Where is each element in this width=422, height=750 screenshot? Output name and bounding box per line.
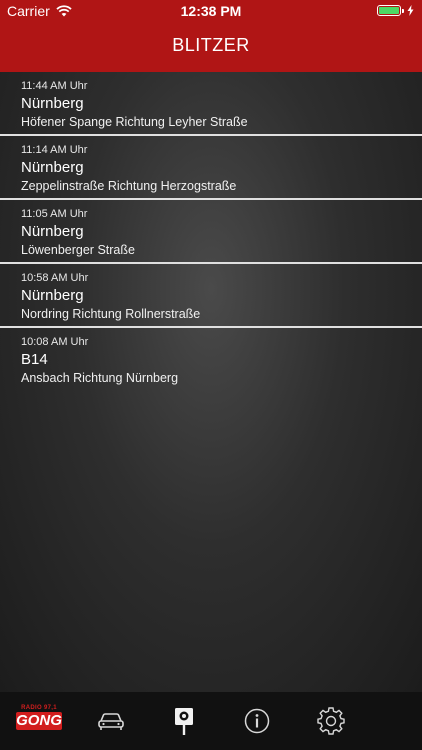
tab-settings[interactable] xyxy=(312,692,350,750)
car-icon xyxy=(98,713,124,730)
list-item[interactable]: 11:44 AM Uhr Nürnberg Höfener Spange Ric… xyxy=(0,72,422,136)
speed-camera-icon xyxy=(175,708,193,735)
tab-info[interactable] xyxy=(238,692,276,750)
battery-tip xyxy=(402,8,404,13)
logo-frequency: RADIO 97,1 xyxy=(21,705,57,711)
gear-icon xyxy=(317,707,345,735)
list-item[interactable]: 10:08 AM Uhr B14 Ansbach Richtung Nürnbe… xyxy=(0,328,422,392)
status-bar: Carrier 12:38 PM xyxy=(0,0,422,22)
item-city: Nürnberg xyxy=(21,287,84,304)
item-street: Zeppelinstraße Richtung Herzogstraße xyxy=(21,179,237,193)
header-bar: Carrier 12:38 PM BLITZER xyxy=(0,0,422,72)
item-street: Höfener Spange Richtung Leyher Straße xyxy=(21,115,248,129)
charging-bolt-icon xyxy=(407,5,414,16)
list-item[interactable]: 11:05 AM Uhr Nürnberg Löwenberger Straße xyxy=(0,200,422,264)
item-time: 11:14 AM Uhr xyxy=(21,144,88,156)
item-time: 10:08 AM Uhr xyxy=(21,336,89,348)
battery-icon xyxy=(377,5,401,16)
item-time: 11:44 AM Uhr xyxy=(21,80,88,92)
list-item[interactable]: 10:58 AM Uhr Nürnberg Nordring Richtung … xyxy=(0,264,422,328)
item-street: Nordring Richtung Rollnerstraße xyxy=(21,307,201,321)
page-title: BLITZER xyxy=(172,35,250,55)
tab-bar: RADIO 97,1 GONG xyxy=(0,692,422,750)
item-city: B14 xyxy=(21,351,48,368)
battery-level xyxy=(379,7,399,14)
item-city: Nürnberg xyxy=(21,159,84,176)
blitzer-list[interactable]: 11:44 AM Uhr Nürnberg Höfener Spange Ric… xyxy=(0,72,422,692)
info-icon xyxy=(244,708,270,734)
radio-gong-logo: RADIO 97,1 GONG xyxy=(16,701,62,741)
item-street: Löwenberger Straße xyxy=(21,243,135,257)
logo-name: GONG xyxy=(16,712,62,730)
tab-traffic[interactable] xyxy=(92,692,130,750)
item-street: Ansbach Richtung Nürnberg xyxy=(21,371,179,385)
item-city: Nürnberg xyxy=(21,223,84,240)
tab-home-logo[interactable]: RADIO 97,1 GONG xyxy=(8,692,70,750)
status-time: 12:38 PM xyxy=(180,3,242,19)
battery-indicator xyxy=(377,5,414,16)
item-time: 10:58 AM Uhr xyxy=(21,272,89,284)
tab-blitzer[interactable] xyxy=(165,692,203,750)
list-item[interactable]: 11:14 AM Uhr Nürnberg Zeppelinstraße Ric… xyxy=(0,136,422,200)
item-time: 11:05 AM Uhr xyxy=(21,208,88,220)
item-city: Nürnberg xyxy=(21,95,84,112)
